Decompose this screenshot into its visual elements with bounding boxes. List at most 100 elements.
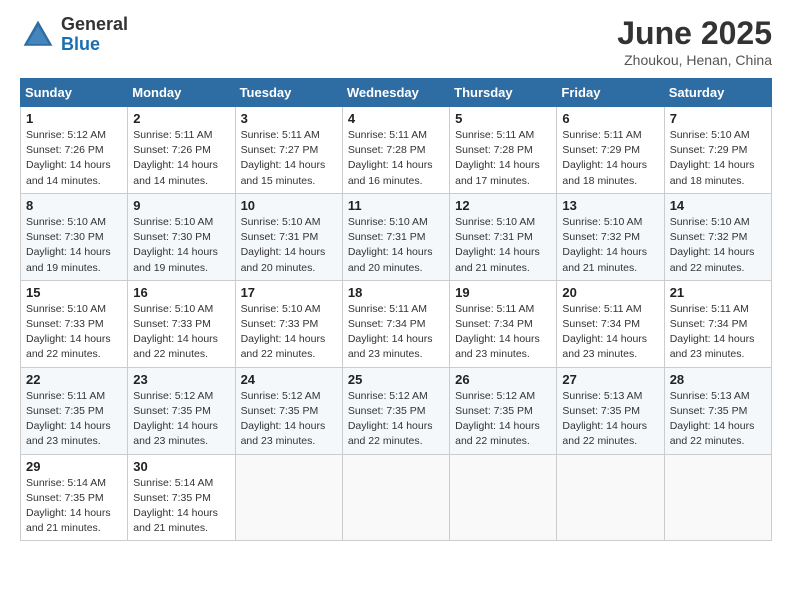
table-row: 28 Sunrise: 5:13 AMSunset: 7:35 PMDaylig… xyxy=(664,367,771,454)
day-info: Sunrise: 5:12 AMSunset: 7:26 PMDaylight:… xyxy=(26,129,111,187)
day-number: 22 xyxy=(26,372,122,387)
header-tuesday: Tuesday xyxy=(235,79,342,107)
day-info: Sunrise: 5:11 AMSunset: 7:27 PMDaylight:… xyxy=(241,129,326,187)
day-number: 17 xyxy=(241,285,337,300)
calendar-title: June 2025 xyxy=(617,15,772,52)
page: General Blue June 2025 Zhoukou, Henan, C… xyxy=(0,0,792,612)
header-saturday: Saturday xyxy=(664,79,771,107)
day-number: 4 xyxy=(348,111,444,126)
table-row: 6 Sunrise: 5:11 AMSunset: 7:29 PMDayligh… xyxy=(557,107,664,194)
table-row xyxy=(235,454,342,541)
table-row: 2 Sunrise: 5:11 AMSunset: 7:26 PMDayligh… xyxy=(128,107,235,194)
header-wednesday: Wednesday xyxy=(342,79,449,107)
table-row xyxy=(664,454,771,541)
day-info: Sunrise: 5:10 AMSunset: 7:30 PMDaylight:… xyxy=(26,216,111,274)
day-number: 29 xyxy=(26,459,122,474)
table-row: 23 Sunrise: 5:12 AMSunset: 7:35 PMDaylig… xyxy=(128,367,235,454)
table-row: 26 Sunrise: 5:12 AMSunset: 7:35 PMDaylig… xyxy=(450,367,557,454)
table-row: 19 Sunrise: 5:11 AMSunset: 7:34 PMDaylig… xyxy=(450,280,557,367)
day-number: 21 xyxy=(670,285,766,300)
day-info: Sunrise: 5:10 AMSunset: 7:30 PMDaylight:… xyxy=(133,216,218,274)
day-number: 18 xyxy=(348,285,444,300)
day-number: 26 xyxy=(455,372,551,387)
table-row: 29 Sunrise: 5:14 AMSunset: 7:35 PMDaylig… xyxy=(21,454,128,541)
day-number: 2 xyxy=(133,111,229,126)
table-row xyxy=(450,454,557,541)
day-info: Sunrise: 5:14 AMSunset: 7:35 PMDaylight:… xyxy=(133,477,218,535)
table-row: 4 Sunrise: 5:11 AMSunset: 7:28 PMDayligh… xyxy=(342,107,449,194)
day-info: Sunrise: 5:11 AMSunset: 7:29 PMDaylight:… xyxy=(562,129,647,187)
table-row: 3 Sunrise: 5:11 AMSunset: 7:27 PMDayligh… xyxy=(235,107,342,194)
day-info: Sunrise: 5:12 AMSunset: 7:35 PMDaylight:… xyxy=(133,390,218,448)
day-info: Sunrise: 5:11 AMSunset: 7:34 PMDaylight:… xyxy=(348,303,433,361)
day-number: 28 xyxy=(670,372,766,387)
day-number: 5 xyxy=(455,111,551,126)
day-info: Sunrise: 5:12 AMSunset: 7:35 PMDaylight:… xyxy=(455,390,540,448)
table-row: 24 Sunrise: 5:12 AMSunset: 7:35 PMDaylig… xyxy=(235,367,342,454)
logo-general-text: General xyxy=(61,15,128,35)
day-number: 25 xyxy=(348,372,444,387)
header-monday: Monday xyxy=(128,79,235,107)
header-friday: Friday xyxy=(557,79,664,107)
table-row: 25 Sunrise: 5:12 AMSunset: 7:35 PMDaylig… xyxy=(342,367,449,454)
table-row xyxy=(557,454,664,541)
day-number: 7 xyxy=(670,111,766,126)
calendar-subtitle: Zhoukou, Henan, China xyxy=(617,52,772,68)
day-info: Sunrise: 5:11 AMSunset: 7:34 PMDaylight:… xyxy=(670,303,755,361)
day-number: 15 xyxy=(26,285,122,300)
day-info: Sunrise: 5:12 AMSunset: 7:35 PMDaylight:… xyxy=(241,390,326,448)
day-info: Sunrise: 5:10 AMSunset: 7:31 PMDaylight:… xyxy=(348,216,433,274)
day-number: 23 xyxy=(133,372,229,387)
day-info: Sunrise: 5:11 AMSunset: 7:28 PMDaylight:… xyxy=(455,129,540,187)
calendar-week-row: 22 Sunrise: 5:11 AMSunset: 7:35 PMDaylig… xyxy=(21,367,772,454)
table-row: 12 Sunrise: 5:10 AMSunset: 7:31 PMDaylig… xyxy=(450,193,557,280)
table-row: 15 Sunrise: 5:10 AMSunset: 7:33 PMDaylig… xyxy=(21,280,128,367)
table-row: 1 Sunrise: 5:12 AMSunset: 7:26 PMDayligh… xyxy=(21,107,128,194)
table-row: 22 Sunrise: 5:11 AMSunset: 7:35 PMDaylig… xyxy=(21,367,128,454)
table-row: 11 Sunrise: 5:10 AMSunset: 7:31 PMDaylig… xyxy=(342,193,449,280)
day-number: 11 xyxy=(348,198,444,213)
header-thursday: Thursday xyxy=(450,79,557,107)
day-info: Sunrise: 5:14 AMSunset: 7:35 PMDaylight:… xyxy=(26,477,111,535)
weekday-header-row: Sunday Monday Tuesday Wednesday Thursday… xyxy=(21,79,772,107)
day-number: 19 xyxy=(455,285,551,300)
table-row: 20 Sunrise: 5:11 AMSunset: 7:34 PMDaylig… xyxy=(557,280,664,367)
day-number: 14 xyxy=(670,198,766,213)
day-info: Sunrise: 5:10 AMSunset: 7:31 PMDaylight:… xyxy=(455,216,540,274)
day-number: 3 xyxy=(241,111,337,126)
table-row xyxy=(342,454,449,541)
day-number: 16 xyxy=(133,285,229,300)
day-number: 9 xyxy=(133,198,229,213)
day-info: Sunrise: 5:12 AMSunset: 7:35 PMDaylight:… xyxy=(348,390,433,448)
header-sunday: Sunday xyxy=(21,79,128,107)
day-info: Sunrise: 5:10 AMSunset: 7:33 PMDaylight:… xyxy=(133,303,218,361)
day-info: Sunrise: 5:11 AMSunset: 7:34 PMDaylight:… xyxy=(562,303,647,361)
day-info: Sunrise: 5:13 AMSunset: 7:35 PMDaylight:… xyxy=(562,390,647,448)
header: General Blue June 2025 Zhoukou, Henan, C… xyxy=(20,15,772,68)
table-row: 17 Sunrise: 5:10 AMSunset: 7:33 PMDaylig… xyxy=(235,280,342,367)
table-row: 16 Sunrise: 5:10 AMSunset: 7:33 PMDaylig… xyxy=(128,280,235,367)
table-row: 30 Sunrise: 5:14 AMSunset: 7:35 PMDaylig… xyxy=(128,454,235,541)
table-row: 8 Sunrise: 5:10 AMSunset: 7:30 PMDayligh… xyxy=(21,193,128,280)
logo: General Blue xyxy=(20,15,128,55)
table-row: 18 Sunrise: 5:11 AMSunset: 7:34 PMDaylig… xyxy=(342,280,449,367)
day-info: Sunrise: 5:10 AMSunset: 7:31 PMDaylight:… xyxy=(241,216,326,274)
day-number: 24 xyxy=(241,372,337,387)
table-row: 14 Sunrise: 5:10 AMSunset: 7:32 PMDaylig… xyxy=(664,193,771,280)
day-info: Sunrise: 5:10 AMSunset: 7:32 PMDaylight:… xyxy=(670,216,755,274)
day-number: 10 xyxy=(241,198,337,213)
day-number: 13 xyxy=(562,198,658,213)
table-row: 10 Sunrise: 5:10 AMSunset: 7:31 PMDaylig… xyxy=(235,193,342,280)
day-number: 6 xyxy=(562,111,658,126)
day-number: 12 xyxy=(455,198,551,213)
calendar-week-row: 15 Sunrise: 5:10 AMSunset: 7:33 PMDaylig… xyxy=(21,280,772,367)
day-number: 8 xyxy=(26,198,122,213)
day-number: 20 xyxy=(562,285,658,300)
logo-blue-text: Blue xyxy=(61,35,128,55)
table-row: 13 Sunrise: 5:10 AMSunset: 7:32 PMDaylig… xyxy=(557,193,664,280)
day-info: Sunrise: 5:10 AMSunset: 7:33 PMDaylight:… xyxy=(26,303,111,361)
table-row: 27 Sunrise: 5:13 AMSunset: 7:35 PMDaylig… xyxy=(557,367,664,454)
logo-icon xyxy=(20,17,56,53)
day-info: Sunrise: 5:10 AMSunset: 7:33 PMDaylight:… xyxy=(241,303,326,361)
day-info: Sunrise: 5:10 AMSunset: 7:29 PMDaylight:… xyxy=(670,129,755,187)
